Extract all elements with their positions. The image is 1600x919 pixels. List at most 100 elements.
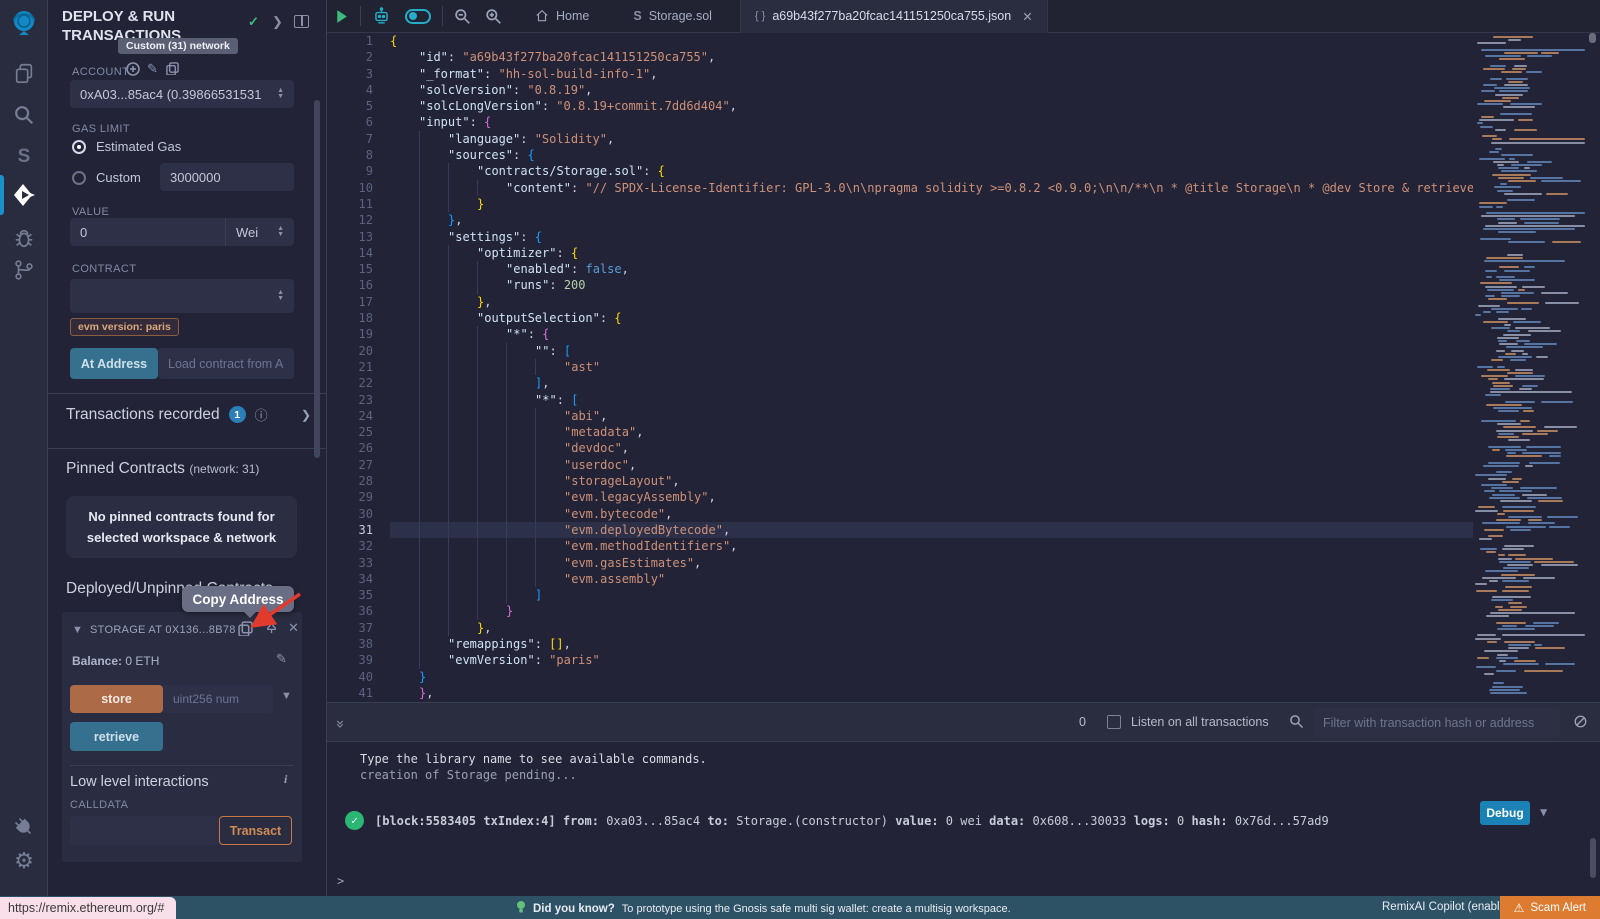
- stepper-icon[interactable]: ▲▼: [277, 290, 284, 303]
- edit-balance-icon[interactable]: ✎: [276, 651, 287, 667]
- code-line[interactable]: 39"evmVersion": "paris": [327, 652, 1600, 668]
- code-line[interactable]: 37},: [327, 620, 1600, 636]
- code-line[interactable]: 27"userdoc",: [327, 457, 1600, 473]
- store-arg-input[interactable]: uint256 num: [163, 685, 273, 713]
- deploy-run-icon[interactable]: [0, 179, 48, 213]
- code-line[interactable]: 28"storageLayout",: [327, 473, 1600, 489]
- listen-checkbox[interactable]: [1107, 715, 1121, 729]
- collapse-chevron-icon[interactable]: ▼: [72, 624, 83, 636]
- code-line[interactable]: 29"evm.legacyAssembly",: [327, 489, 1600, 505]
- terminal-prompt[interactable]: >: [337, 874, 344, 888]
- radio-selected-icon[interactable]: [72, 140, 86, 154]
- code-line[interactable]: 10"content": "// SPDX-License-Identifier…: [327, 180, 1600, 196]
- calldata-input[interactable]: [70, 816, 219, 845]
- code-line[interactable]: 21"ast": [327, 359, 1600, 375]
- terminal-scrollbar[interactable]: [1590, 838, 1596, 878]
- contract-select[interactable]: ▲▼: [70, 279, 294, 313]
- gas-custom-input[interactable]: 3000000: [160, 163, 294, 191]
- editor-minimap[interactable]: [1473, 33, 1588, 702]
- code-line[interactable]: 32"evm.methodIdentifiers",: [327, 538, 1600, 554]
- code-line[interactable]: 36}: [327, 603, 1600, 619]
- code-line[interactable]: 24"abi",: [327, 408, 1600, 424]
- code-line[interactable]: 6"input": {: [327, 114, 1600, 130]
- copy-address-icon[interactable]: [238, 621, 253, 641]
- stepper-icon[interactable]: ▲▼: [277, 88, 284, 101]
- code-line[interactable]: 25"metadata",: [327, 424, 1600, 440]
- store-button[interactable]: store: [70, 685, 163, 713]
- code-line[interactable]: 35]: [327, 587, 1600, 603]
- collapse-terminal-icon[interactable]: »: [332, 719, 350, 726]
- code-line[interactable]: 40}: [327, 669, 1600, 685]
- code-line[interactable]: 17},: [327, 294, 1600, 310]
- code-line[interactable]: 23"*": [: [327, 392, 1600, 408]
- code-line[interactable]: 1{: [327, 33, 1600, 49]
- code-line[interactable]: 13"settings": {: [327, 229, 1600, 245]
- code-line[interactable]: 8"sources": {: [327, 147, 1600, 163]
- chevron-right-icon[interactable]: ❯: [301, 408, 311, 422]
- chevron-right-icon[interactable]: ❯: [272, 14, 283, 30]
- value-unit-select[interactable]: Wei ▲▼: [225, 218, 294, 246]
- ai-copilot-robot-icon[interactable]: [365, 0, 398, 33]
- code-line[interactable]: 34"evm.assembly": [327, 571, 1600, 587]
- plugin-manager-icon[interactable]: [0, 810, 48, 844]
- close-contract-icon[interactable]: ✕: [288, 620, 299, 636]
- code-line[interactable]: 12},: [327, 212, 1600, 228]
- code-line[interactable]: 38"remappings": [],: [327, 636, 1600, 652]
- code-line[interactable]: 22],: [327, 375, 1600, 391]
- transaction-log-line[interactable]: [block:5583405 txIndex:4] from: 0xa03...…: [375, 814, 1329, 828]
- code-line[interactable]: 41},: [327, 685, 1600, 701]
- debug-button[interactable]: Debug: [1480, 801, 1530, 825]
- remix-logo-icon[interactable]: [0, 6, 48, 40]
- pin-panel-icon[interactable]: [294, 15, 309, 28]
- gas-custom-option[interactable]: Custom: [72, 170, 141, 185]
- radio-unselected-icon[interactable]: [72, 171, 86, 185]
- pin-contract-icon[interactable]: [264, 620, 279, 640]
- code-line[interactable]: 33"evm.gasEstimates",: [327, 555, 1600, 571]
- zoom-in-icon[interactable]: [478, 0, 509, 33]
- solidity-compiler-icon[interactable]: S: [0, 140, 48, 174]
- code-line[interactable]: 16"runs": 200: [327, 277, 1600, 293]
- tab-storage-sol[interactable]: S Storage.sol: [619, 0, 726, 33]
- code-line[interactable]: 31"evm.deployedBytecode",: [327, 522, 1600, 538]
- search-icon[interactable]: [0, 98, 48, 132]
- code-line[interactable]: 7"language": "Solidity",: [327, 131, 1600, 147]
- code-line[interactable]: 15"enabled": false,: [327, 261, 1600, 277]
- value-input[interactable]: 0: [70, 218, 225, 246]
- account-select[interactable]: 0xA03...85ac4 (0.39866531531 ▲▼: [70, 80, 294, 108]
- filter-transactions-input[interactable]: Filter with transaction hash or address: [1313, 708, 1560, 737]
- editor-scrollbar[interactable]: [1589, 33, 1596, 43]
- edit-account-icon[interactable]: ✎: [147, 61, 158, 77]
- code-line[interactable]: 2"id": "a69b43f277ba20fcac141151250ca755…: [327, 49, 1600, 65]
- code-line[interactable]: 4"solcVersion": "0.8.19",: [327, 82, 1600, 98]
- clear-terminal-icon[interactable]: [1573, 714, 1588, 733]
- settings-gear-icon[interactable]: ⚙: [0, 844, 48, 878]
- code-line[interactable]: 30"evm.bytecode",: [327, 506, 1600, 522]
- copilot-status[interactable]: RemixAI Copilot (enabled): [1382, 901, 1516, 913]
- at-address-button[interactable]: At Address: [70, 348, 158, 379]
- code-line[interactable]: 26"devdoc",: [327, 440, 1600, 456]
- git-branch-icon[interactable]: [0, 253, 48, 287]
- tab-json-active[interactable]: { } a69b43f277ba20fcac141151250ca755.jso…: [740, 0, 1048, 33]
- add-account-icon[interactable]: [126, 62, 140, 81]
- expand-tx-chevron-icon[interactable]: ▼: [1540, 805, 1547, 819]
- code-line[interactable]: 14"optimizer": {: [327, 245, 1600, 261]
- run-script-icon[interactable]: [327, 0, 356, 33]
- info-icon[interactable]: ⓘ: [255, 405, 268, 424]
- code-line[interactable]: 18"outputSelection": {: [327, 310, 1600, 326]
- scam-alert-badge[interactable]: ⚠ Scam Alert: [1500, 896, 1600, 919]
- load-address-input[interactable]: Load contract from Addre: [158, 348, 294, 379]
- code-line[interactable]: 19"*": {: [327, 326, 1600, 342]
- zoom-out-icon[interactable]: [447, 0, 478, 33]
- gas-estimated-option[interactable]: Estimated Gas: [72, 139, 181, 154]
- stepper-icon[interactable]: ▲▼: [277, 226, 284, 239]
- transact-button[interactable]: Transact: [219, 816, 292, 845]
- code-editor[interactable]: 1{2"id": "a69b43f277ba20fcac141151250ca7…: [327, 33, 1600, 702]
- close-tab-icon[interactable]: ✕: [1022, 9, 1032, 24]
- copy-account-icon[interactable]: [166, 62, 179, 80]
- code-line[interactable]: 11}: [327, 196, 1600, 212]
- code-line[interactable]: 9"contracts/Storage.sol": {: [327, 163, 1600, 179]
- code-line[interactable]: 20"": [: [327, 343, 1600, 359]
- expand-args-chevron-icon[interactable]: ▼: [281, 690, 292, 702]
- panel-scrollbar[interactable]: [314, 100, 320, 458]
- copilot-toggle-icon[interactable]: [398, 0, 438, 33]
